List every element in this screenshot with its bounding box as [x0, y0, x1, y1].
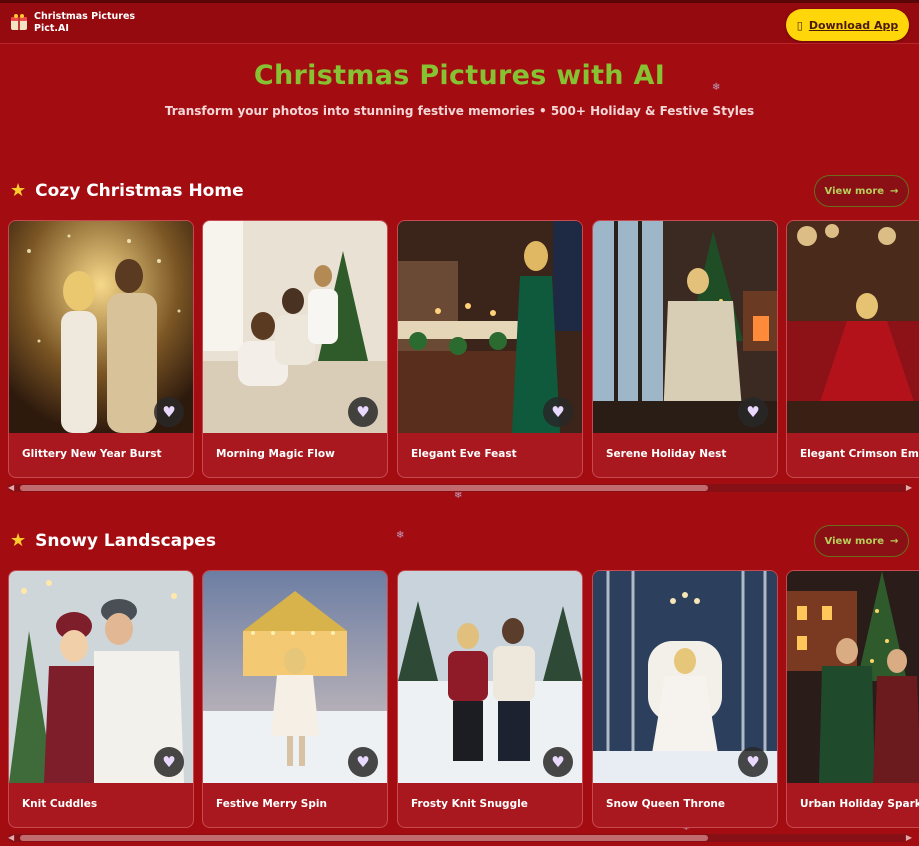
- section-title: Cozy Christmas Home: [35, 180, 244, 201]
- card-carousel[interactable]: ♥ Glittery New Year Burst ♥ Morning Magi…: [0, 220, 919, 480]
- download-app-label: Download App: [808, 18, 899, 32]
- snowflake-icon: ❄: [396, 530, 405, 541]
- favorite-heart-button[interactable]: ♥: [348, 747, 378, 777]
- card-title: Urban Holiday Spark: [800, 798, 919, 810]
- card-title: Morning Magic Flow: [216, 448, 335, 460]
- heart-icon: ♥: [746, 403, 760, 421]
- style-card[interactable]: ♥ Snow Queen Throne: [592, 570, 778, 828]
- star-icon: ★: [10, 180, 27, 201]
- heart-icon: ♥: [356, 403, 370, 421]
- favorite-heart-button[interactable]: ♥: [543, 397, 573, 427]
- card-carousel[interactable]: ♥ Knit Cuddles ♥ Festive Merry Spin ♥ Fr…: [0, 570, 919, 830]
- page-title: Christmas Pictures with AI: [253, 60, 666, 91]
- star-icon: ★: [10, 530, 27, 551]
- heart-icon: ♥: [162, 403, 176, 421]
- favorite-heart-button[interactable]: ♥: [738, 397, 768, 427]
- brand-name[interactable]: Christmas Pictures Pict.AI: [34, 11, 135, 35]
- style-card[interactable]: ♥ Knit Cuddles: [8, 570, 194, 828]
- card-image: [787, 571, 919, 783]
- heart-icon: ♥: [551, 753, 565, 771]
- brand-line-2: Pict.AI: [34, 23, 69, 34]
- style-card[interactable]: ♥ Festive Merry Spin: [202, 570, 388, 828]
- favorite-heart-button[interactable]: ♥: [154, 747, 184, 777]
- page-subtitle: Transform your photos into stunning fest…: [164, 104, 755, 118]
- scroll-left-arrow-icon[interactable]: ◀: [8, 833, 14, 842]
- card-title: Snow Queen Throne: [606, 798, 726, 810]
- heart-icon: ♥: [746, 753, 760, 771]
- section-header-snowy-landscapes: ★ Snowy Landscapes: [10, 530, 216, 551]
- heart-icon: ♥: [356, 753, 370, 771]
- heart-icon: ♥: [551, 403, 565, 421]
- card-title: Elegant Crimson Em: [800, 448, 919, 460]
- scroll-right-arrow-icon[interactable]: ▶: [906, 833, 912, 842]
- favorite-heart-button[interactable]: ♥: [543, 747, 573, 777]
- horizontal-scrollbar[interactable]: ◀ ▶: [8, 483, 912, 492]
- view-more-label: View more: [824, 535, 885, 547]
- horizontal-scrollbar[interactable]: ◀ ▶: [8, 833, 912, 842]
- style-card[interactable]: ♥ Morning Magic Flow: [202, 220, 388, 478]
- style-card[interactable]: ♥ Serene Holiday Nest: [592, 220, 778, 478]
- favorite-heart-button[interactable]: ♥: [154, 397, 184, 427]
- card-title: Frosty Knit Snuggle: [411, 798, 528, 810]
- style-card[interactable]: ♥ Glittery New Year Burst: [8, 220, 194, 478]
- view-more-button[interactable]: View more →: [814, 175, 909, 207]
- card-title: Serene Holiday Nest: [606, 448, 727, 460]
- section-title: Snowy Landscapes: [35, 530, 216, 551]
- scroll-left-arrow-icon[interactable]: ◀: [8, 483, 14, 492]
- scroll-right-arrow-icon[interactable]: ▶: [906, 483, 912, 492]
- style-card[interactable]: ♥ Frosty Knit Snuggle: [397, 570, 583, 828]
- top-bar: Christmas Pictures Pict.AI ▯ Download Ap…: [0, 0, 919, 44]
- card-title: Festive Merry Spin: [216, 798, 327, 810]
- section-header-cozy-christmas-home: ★ Cozy Christmas Home: [10, 180, 244, 201]
- card-image: [787, 221, 919, 433]
- gift-logo-icon[interactable]: [10, 13, 28, 31]
- snowflake-icon: ❄: [712, 82, 721, 93]
- card-title: Knit Cuddles: [22, 798, 98, 810]
- view-more-label: View more: [824, 185, 885, 197]
- style-card[interactable]: ♥ Elegant Crimson Em: [786, 220, 919, 478]
- phone-icon: ▯: [796, 18, 803, 32]
- brand-line-1: Christmas Pictures: [34, 11, 136, 22]
- favorite-heart-button[interactable]: ♥: [348, 397, 378, 427]
- favorite-heart-button[interactable]: ♥: [738, 747, 768, 777]
- arrow-right-icon: →: [890, 535, 899, 547]
- style-card[interactable]: ♥ Elegant Eve Feast: [397, 220, 583, 478]
- card-title: Glittery New Year Burst: [22, 448, 162, 460]
- scrollbar-thumb[interactable]: [20, 485, 708, 491]
- view-more-button[interactable]: View more →: [814, 525, 909, 557]
- card-title: Elegant Eve Feast: [411, 448, 517, 460]
- heart-icon: ♥: [162, 753, 176, 771]
- scrollbar-thumb[interactable]: [20, 835, 708, 841]
- download-app-button[interactable]: ▯ Download App: [786, 9, 909, 41]
- style-card[interactable]: ♥ Urban Holiday Spark: [786, 570, 919, 828]
- arrow-right-icon: →: [890, 185, 899, 197]
